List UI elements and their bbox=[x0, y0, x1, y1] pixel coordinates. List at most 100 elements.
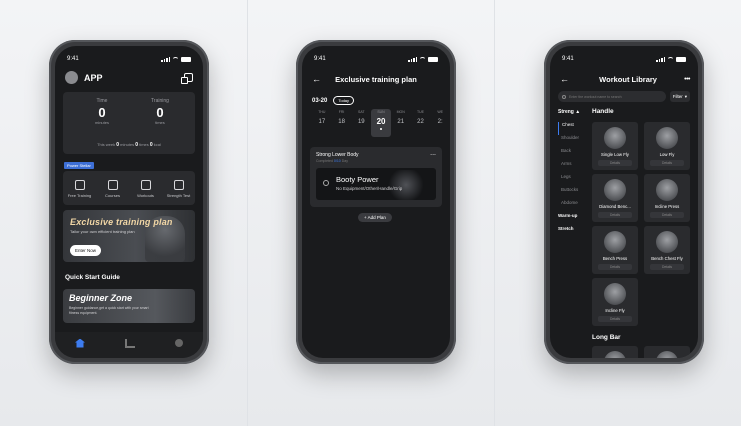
exercise-card[interactable]: Low Fly Details bbox=[644, 122, 690, 170]
feature-workouts[interactable]: Workouts bbox=[131, 180, 161, 198]
status-time: 9:41 bbox=[314, 56, 326, 62]
radio-icon[interactable] bbox=[323, 180, 329, 186]
plan-name: Strong Lower Body bbox=[316, 152, 359, 158]
selected-dot bbox=[380, 128, 383, 130]
home-screen: 9:41 APP Time 0 minutes Training 0 times… bbox=[55, 46, 203, 358]
details-button[interactable]: Details bbox=[650, 212, 684, 218]
day-cell[interactable]: TUE 22 bbox=[411, 110, 431, 137]
sidebar-item-shoulder[interactable]: Shoulder bbox=[558, 135, 584, 148]
more-icon[interactable]: ••• bbox=[684, 76, 690, 83]
day-cell[interactable]: SAT 19 bbox=[351, 110, 371, 137]
group-title-handle: Handle bbox=[592, 108, 614, 115]
exercise-image bbox=[656, 231, 678, 253]
workout-title: Booty Power bbox=[336, 175, 379, 184]
search-icon bbox=[562, 94, 566, 99]
device-tag: Power Stellar bbox=[64, 162, 94, 169]
week-summary: This week 0 minutes 0 times 0 kcal bbox=[97, 142, 161, 148]
library-screen: 9:41 ← Workout Library ••• Filter▾ Stren… bbox=[550, 46, 698, 358]
app-header: APP bbox=[65, 71, 193, 84]
workout-icon bbox=[140, 180, 151, 190]
search-input[interactable] bbox=[569, 94, 649, 99]
workout-image bbox=[386, 170, 426, 200]
back-arrow-icon[interactable]: ← bbox=[312, 74, 324, 84]
day-cell[interactable]: FRI 18 bbox=[332, 110, 352, 137]
nav-bar: ← Exclusive training plan bbox=[312, 74, 440, 84]
status-time: 9:41 bbox=[562, 56, 574, 62]
sidebar-item-abdomen[interactable]: Abdome bbox=[558, 200, 584, 213]
workout-subtitle: No Equipment/Other/Handle/Grip bbox=[336, 186, 403, 191]
day-cell[interactable]: THU 17 bbox=[312, 110, 332, 137]
sidebar-item-stretch[interactable]: Stretch bbox=[558, 226, 584, 239]
app-title: APP bbox=[84, 72, 103, 83]
training-plan-banner[interactable]: Exclusive training plan Tailor your own … bbox=[63, 210, 195, 262]
details-button[interactable]: Details bbox=[598, 160, 632, 166]
exercise-card[interactable]: Diamond Benc... Details bbox=[592, 174, 638, 222]
details-button[interactable]: Details bbox=[650, 264, 684, 270]
quick-start-title: Quick Start Guide bbox=[65, 274, 120, 281]
stats-icon[interactable] bbox=[125, 338, 135, 348]
sidebar-item-chest[interactable]: Chest bbox=[558, 122, 584, 135]
stats-card: Time 0 minutes Training 0 times This wee… bbox=[63, 92, 195, 154]
avatar[interactable] bbox=[65, 71, 78, 84]
details-button[interactable]: Details bbox=[650, 160, 684, 166]
panel-divider bbox=[247, 0, 248, 426]
exercise-image bbox=[656, 351, 678, 358]
filter-button[interactable]: Filter ▾ bbox=[669, 91, 690, 102]
battery-icon bbox=[428, 56, 438, 62]
add-plan-button[interactable]: + Add Plan bbox=[358, 213, 392, 222]
clipboard-icon bbox=[173, 180, 184, 190]
category-sidebar: Streng ▲ Chest Shoulder Back Arms Legs B… bbox=[558, 109, 584, 239]
copy-icon[interactable] bbox=[181, 73, 193, 84]
plan-progress: Completed 0/10 Day bbox=[316, 159, 348, 163]
back-arrow-icon[interactable]: ← bbox=[560, 74, 572, 84]
exercise-card[interactable] bbox=[644, 346, 690, 358]
exercise-card[interactable]: Bench Press Details bbox=[592, 226, 638, 274]
today-button[interactable]: Today bbox=[333, 96, 355, 105]
exercise-image bbox=[656, 179, 678, 201]
day-cell[interactable]: MON 21 bbox=[391, 110, 411, 137]
sidebar-item-legs[interactable]: Legs bbox=[558, 174, 584, 187]
details-button[interactable]: Details bbox=[598, 316, 632, 322]
battery-icon bbox=[676, 56, 686, 62]
sidebar-item-buttocks[interactable]: Buttocks bbox=[558, 187, 584, 200]
dumbbell-icon bbox=[74, 180, 85, 190]
day-cell-selected[interactable]: SUN 20 bbox=[371, 109, 391, 137]
exercise-card[interactable]: Bench Chest Fly Details bbox=[644, 226, 690, 274]
details-button[interactable]: Details bbox=[598, 264, 632, 270]
sidebar-item-back[interactable]: Back bbox=[558, 148, 584, 161]
feature-courses[interactable]: Courses bbox=[98, 180, 128, 198]
day-cell[interactable]: WE 2: bbox=[430, 110, 450, 137]
status-bar: 9:41 bbox=[562, 54, 686, 64]
exercise-card[interactable] bbox=[592, 346, 638, 358]
sidebar-item-warmup[interactable]: Warm-up bbox=[558, 213, 584, 226]
banner-subtitle: Tailor your own efficient training plan bbox=[70, 229, 135, 234]
banner-title: Exclusive training plan bbox=[70, 217, 173, 227]
home-icon[interactable] bbox=[75, 338, 85, 348]
status-time: 9:41 bbox=[67, 56, 79, 62]
feature-free-training[interactable]: Free Training bbox=[65, 180, 95, 198]
sidebar-item-arms[interactable]: Arms bbox=[558, 161, 584, 174]
exercise-image bbox=[604, 231, 626, 253]
sidebar-header[interactable]: Streng ▲ bbox=[558, 109, 584, 115]
profile-icon[interactable] bbox=[175, 339, 183, 347]
feature-row: Free Training Courses Workouts Strength … bbox=[63, 171, 195, 205]
tab-bar bbox=[55, 332, 203, 358]
signal-icon bbox=[408, 56, 417, 62]
status-bar: 9:41 bbox=[314, 54, 438, 64]
enter-now-button[interactable]: Enter Now bbox=[70, 245, 102, 256]
exercise-card[interactable]: Incline Fly Details bbox=[592, 278, 638, 326]
search-box[interactable] bbox=[558, 91, 666, 102]
phone-home: 9:41 APP Time 0 minutes Training 0 times… bbox=[49, 40, 209, 364]
wifi-icon bbox=[667, 56, 674, 62]
exercise-card[interactable]: Incline Press Details bbox=[644, 174, 690, 222]
exercise-image bbox=[604, 179, 626, 201]
beginner-zone-card[interactable]: Beginner Zone Beginner guidance,get a qu… bbox=[63, 289, 195, 323]
exercise-card[interactable]: Single Low Fly Details bbox=[592, 122, 638, 170]
more-icon[interactable]: ... bbox=[430, 150, 436, 157]
signal-icon bbox=[656, 56, 665, 62]
feature-strength-test[interactable]: Strength Test bbox=[164, 180, 194, 198]
exercise-image bbox=[604, 283, 626, 305]
workout-item[interactable]: Booty Power No Equipment/Other/Handle/Gr… bbox=[316, 168, 436, 200]
details-button[interactable]: Details bbox=[598, 212, 632, 218]
wifi-icon bbox=[172, 56, 179, 62]
